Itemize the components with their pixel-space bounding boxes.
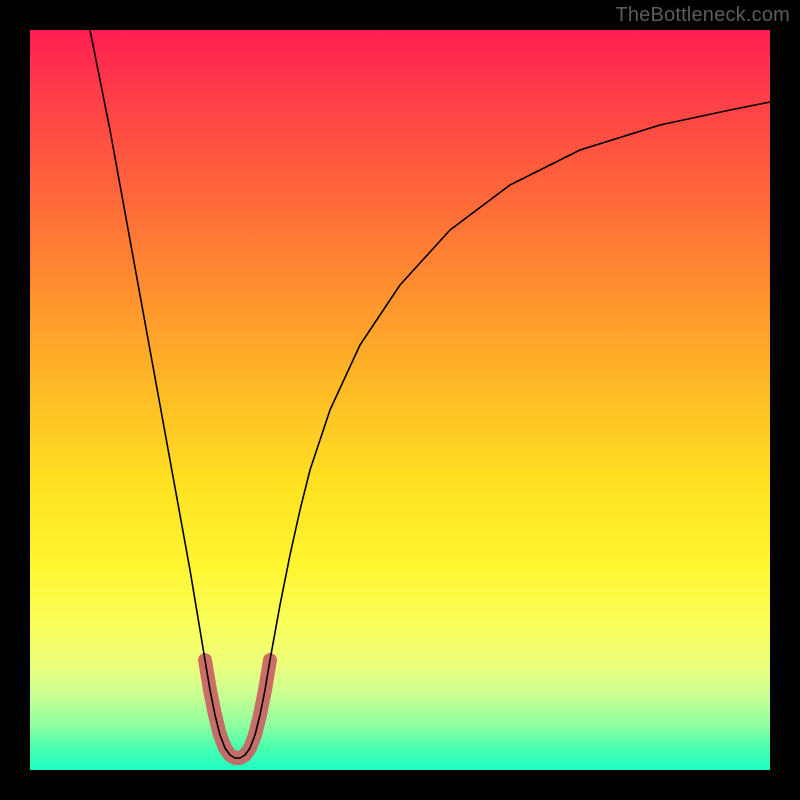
- chart-frame: TheBottleneck.com: [0, 0, 800, 800]
- plot-area: [30, 30, 770, 770]
- bottleneck-curve-path: [90, 30, 770, 758]
- trough-highlight-path: [205, 660, 270, 758]
- watermark-text: TheBottleneck.com: [615, 4, 790, 27]
- curve-svg: [30, 30, 770, 770]
